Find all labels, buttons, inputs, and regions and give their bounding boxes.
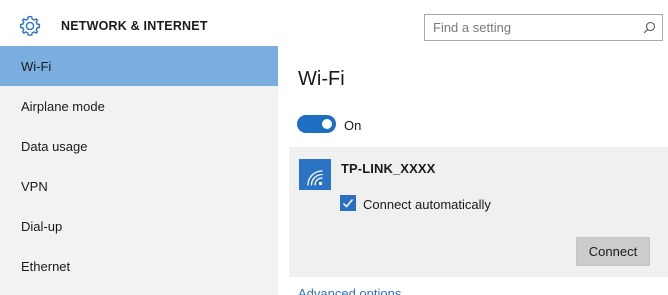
search-box[interactable] — [424, 14, 663, 41]
search-icon[interactable] — [643, 21, 656, 34]
sidebar-item-data-usage[interactable]: Data usage — [0, 126, 278, 166]
settings-header: NETWORK & INTERNET — [0, 0, 668, 52]
connect-button[interactable]: Connect — [576, 237, 650, 266]
connect-automatically-checkbox[interactable] — [340, 195, 356, 211]
sidebar-item-dial-up[interactable]: Dial-up — [0, 206, 278, 246]
main-content: Wi-Fi On TP-LINK_XXXX Connect automatica… — [278, 46, 668, 295]
sidebar-item-label: Data usage — [21, 138, 88, 154]
sidebar-item-label: Dial-up — [21, 218, 63, 234]
sidebar-item-label: Ethernet — [21, 258, 71, 274]
sidebar-item-label: Airplane mode — [21, 98, 105, 114]
page-title: NETWORK & INTERNET — [61, 19, 208, 33]
sidebar: Wi-Fi Airplane mode Data usage VPN Dial-… — [0, 46, 278, 295]
sidebar-item-wifi[interactable]: Wi-Fi — [0, 46, 278, 86]
advanced-options-link[interactable]: Advanced options — [298, 286, 401, 295]
sidebar-item-ethernet[interactable]: Ethernet — [0, 246, 278, 286]
search-input[interactable] — [425, 15, 635, 40]
network-card[interactable]: TP-LINK_XXXX Connect automatically Conne… — [289, 147, 668, 277]
wifi-signal-icon — [299, 159, 331, 190]
sidebar-item-airplane-mode[interactable]: Airplane mode — [0, 86, 278, 126]
toggle-knob — [322, 119, 332, 129]
network-name: TP-LINK_XXXX — [341, 161, 436, 176]
sidebar-item-label: Wi-Fi — [21, 58, 52, 74]
sidebar-item-vpn[interactable]: VPN — [0, 166, 278, 206]
sidebar-item-label: VPN — [21, 178, 48, 194]
gear-icon — [19, 15, 41, 37]
wifi-toggle[interactable] — [297, 115, 336, 133]
connect-automatically-label: Connect automatically — [363, 197, 491, 212]
wifi-toggle-label: On — [344, 118, 362, 133]
section-title: Wi-Fi — [298, 68, 345, 90]
